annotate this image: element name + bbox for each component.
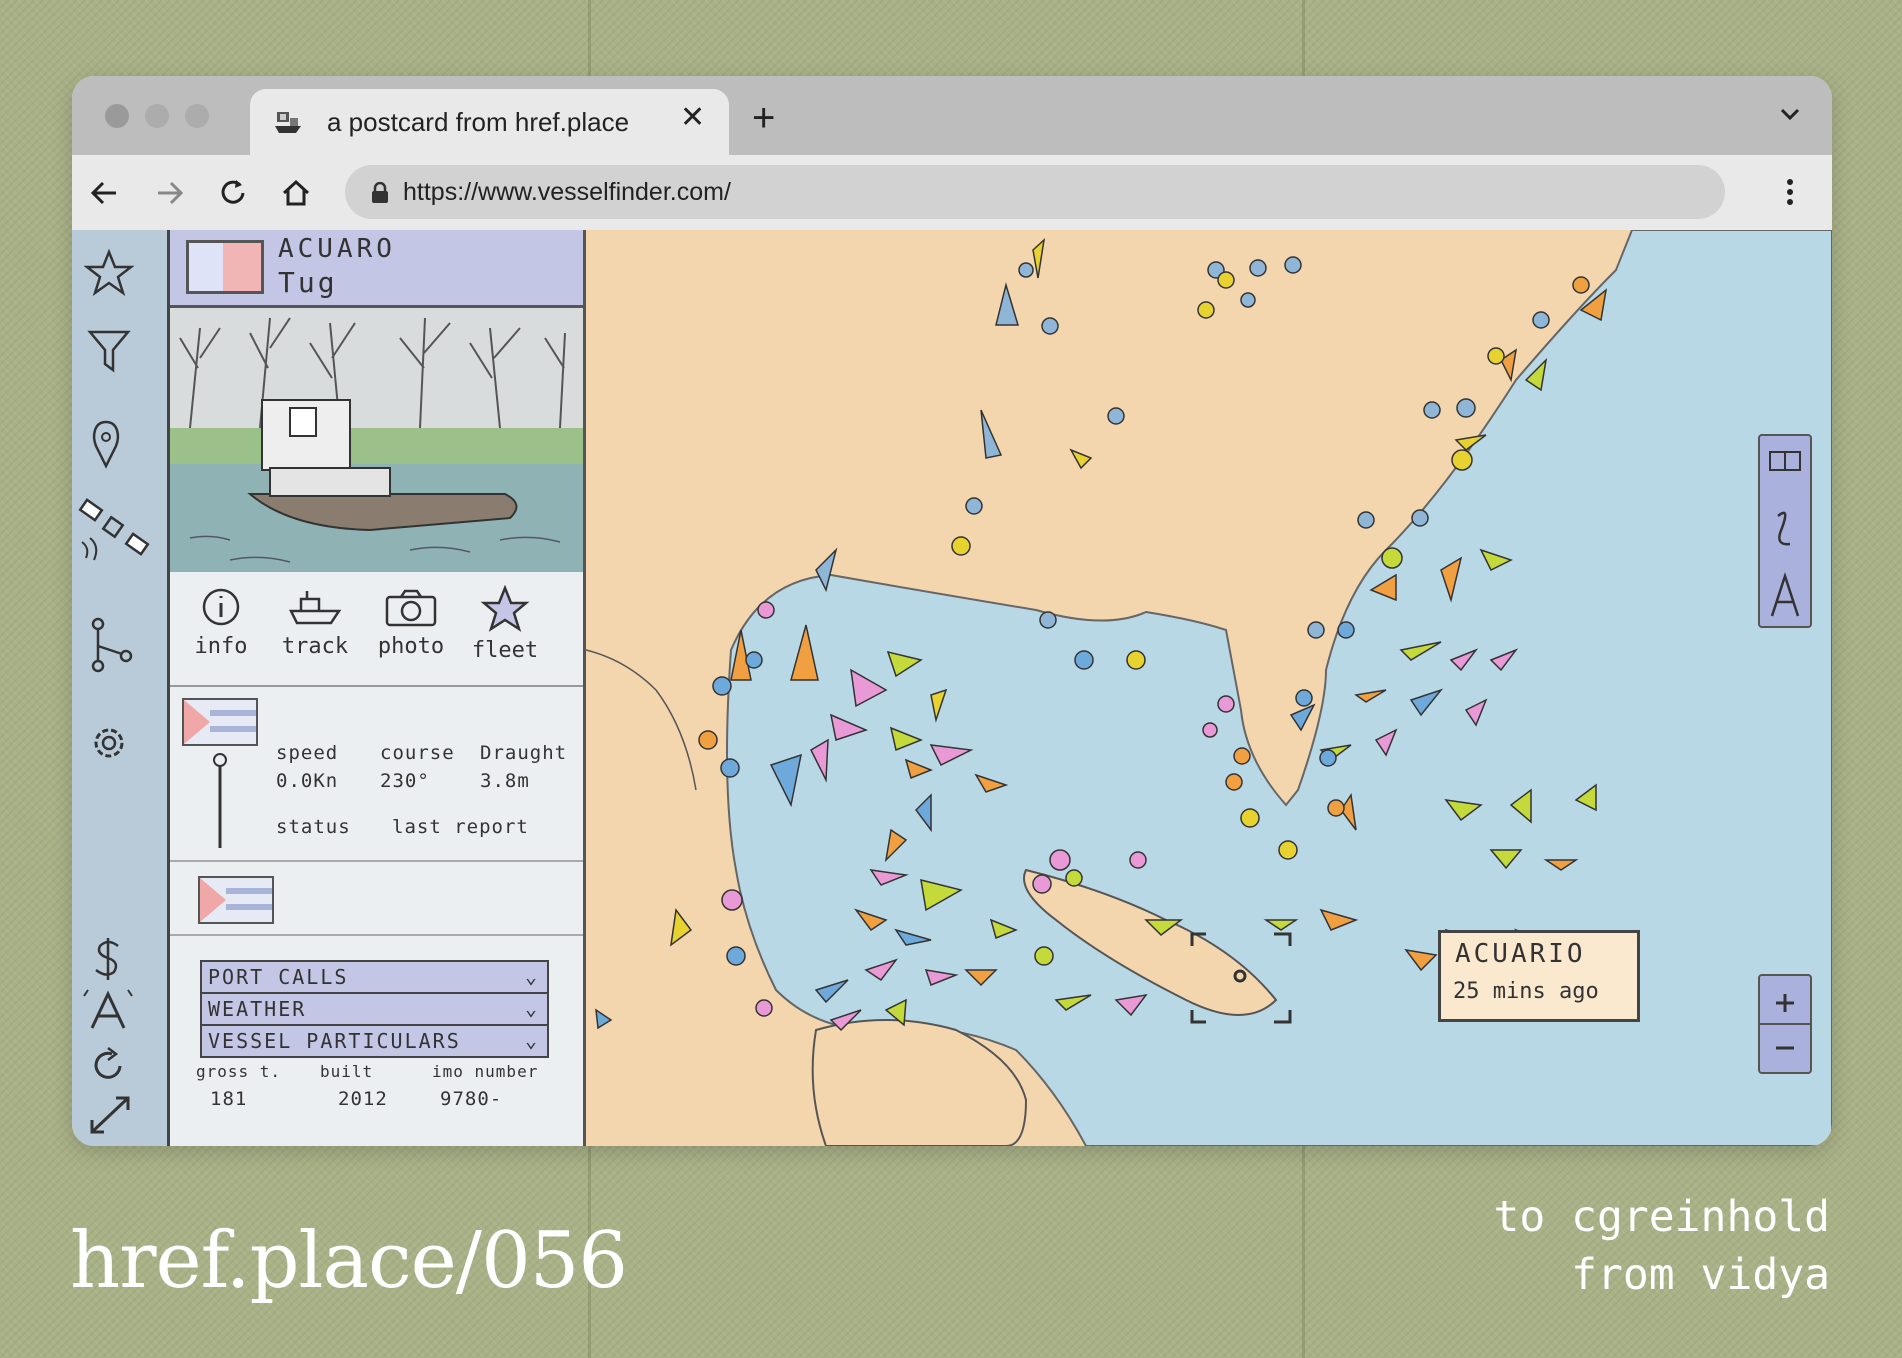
gear-icon[interactable] (86, 720, 132, 766)
signature-from: from vidya (1571, 1250, 1830, 1300)
forward-arrow-icon[interactable] (150, 174, 188, 212)
stat-value: 0.0Kn (276, 770, 339, 792)
vessel-flag (182, 698, 258, 746)
info-icon (202, 588, 240, 626)
star-icon[interactable] (84, 248, 134, 298)
expand-icon[interactable] (86, 1092, 134, 1138)
back-arrow-icon[interactable] (86, 174, 124, 212)
camera-icon (385, 589, 437, 627)
ship-favicon-icon (275, 112, 301, 133)
chevron-down-icon[interactable] (1778, 102, 1802, 126)
particulars-header: built (320, 1062, 374, 1081)
vessel-flag (186, 240, 264, 294)
popup-last-seen: 25 mins ago (1453, 979, 1599, 1004)
zoom-controls[interactable] (1758, 974, 1812, 1074)
vessel-type: Tug (278, 266, 338, 299)
vessel-popup[interactable]: ACUARIO 25 mins ago (1438, 930, 1640, 1022)
active-tab[interactable]: a postcard from href.place ✕ (250, 89, 729, 155)
vessel-info-panel: ACUARO Tug info track photo fleet speed … (170, 230, 586, 1146)
zoom-in-out-icon (1760, 994, 1810, 1050)
postcard-signature: to cgreinhold from vidya (1493, 1188, 1830, 1304)
star-icon (480, 584, 530, 632)
signature-to: to cgreinhold (1493, 1192, 1830, 1242)
stat-value: 230° (380, 770, 430, 792)
ship-track-icon (288, 591, 342, 625)
info-action[interactable]: info (176, 585, 266, 659)
lock-icon (372, 182, 388, 203)
info-label: info (194, 634, 248, 659)
address-bar[interactable]: https://www.vesselfinder.com/ (345, 165, 1725, 219)
chevron-down-icon: ⌄ (524, 996, 537, 1020)
particulars-value: 2012 (338, 1088, 388, 1110)
photo-action[interactable]: photo (366, 585, 456, 659)
particulars-header: gross t. (196, 1062, 282, 1081)
rotate-icon[interactable] (86, 1044, 130, 1088)
vessel-photo (170, 308, 583, 572)
chevron-down-icon: ⌄ (524, 1028, 537, 1052)
particulars-value: 9780- (440, 1088, 503, 1110)
stat-header: last report (392, 816, 529, 838)
vessel-action-bar: info track photo fleet (170, 575, 583, 687)
page-content: ACUARO Tug info track photo fleet speed … (72, 230, 1832, 1146)
postcard-caption: href.place/056 (70, 1216, 628, 1306)
stat-header: speed (276, 742, 339, 764)
list-item[interactable] (170, 862, 583, 936)
fleet-label: fleet (471, 638, 539, 663)
popup-vessel-name: ACUARIO (1455, 939, 1586, 969)
fleet-action[interactable]: fleet (460, 584, 550, 663)
dollar-icon[interactable] (88, 936, 128, 982)
home-icon[interactable] (277, 174, 315, 212)
close-tab-icon[interactable]: ✕ (680, 103, 705, 133)
vessel-header: ACUARO Tug (170, 230, 583, 308)
minimize-window-dot[interactable] (145, 104, 169, 128)
photo-label: photo (377, 634, 445, 659)
particulars-value: 181 (210, 1088, 248, 1110)
browser-toolbar: https://www.vesselfinder.com/ (72, 155, 1832, 230)
track-label: track (281, 634, 349, 659)
chevron-down-icon: ⌄ (524, 964, 537, 988)
layers-icon (1769, 451, 1801, 617)
url-text: https://www.vesselfinder.com/ (403, 178, 731, 206)
vessel-flag (198, 876, 274, 924)
stat-header: status (276, 816, 351, 838)
tab-bar: a postcard from href.place ✕ + (72, 76, 1832, 155)
track-action[interactable]: track (270, 585, 360, 659)
stat-header: course (380, 742, 455, 764)
stat-value: 3.8m (480, 770, 530, 792)
accordion-vessel-particulars[interactable]: VESSEL PARTICULARS ⌄ (200, 1024, 549, 1058)
accordion-weather[interactable]: WEATHER ⌄ (200, 992, 549, 1026)
particulars-header: imo number (432, 1062, 539, 1081)
list-item[interactable]: speed course Draught 0.0Kn 230° 3.8m sta… (170, 688, 583, 862)
stat-header: Draught (480, 742, 568, 764)
location-pin-icon[interactable] (86, 418, 126, 472)
map-layer-controls[interactable] (1758, 434, 1812, 628)
accordion-port-calls[interactable]: PORT CALLS ⌄ (200, 960, 549, 994)
filter-icon[interactable] (86, 326, 132, 376)
vessel-name: ACUARO (278, 234, 396, 264)
timeline-marker-icon (213, 753, 227, 848)
satellite-icon[interactable] (76, 498, 156, 568)
tab-title: a postcard from href.place (327, 107, 630, 137)
map-tool-rail (72, 230, 170, 1146)
route-icon[interactable] (86, 616, 136, 674)
browser-window: a postcard from href.place ✕ + https://w (72, 76, 1832, 1146)
more-menu-icon[interactable] (1778, 173, 1802, 211)
maximize-window-dot[interactable] (185, 104, 209, 128)
close-window-dot[interactable] (105, 104, 129, 128)
ship-tracking-map[interactable] (586, 230, 1832, 1146)
new-tab-icon[interactable]: + (752, 98, 775, 138)
reload-icon[interactable] (214, 174, 252, 212)
font-size-icon[interactable] (80, 986, 136, 1032)
